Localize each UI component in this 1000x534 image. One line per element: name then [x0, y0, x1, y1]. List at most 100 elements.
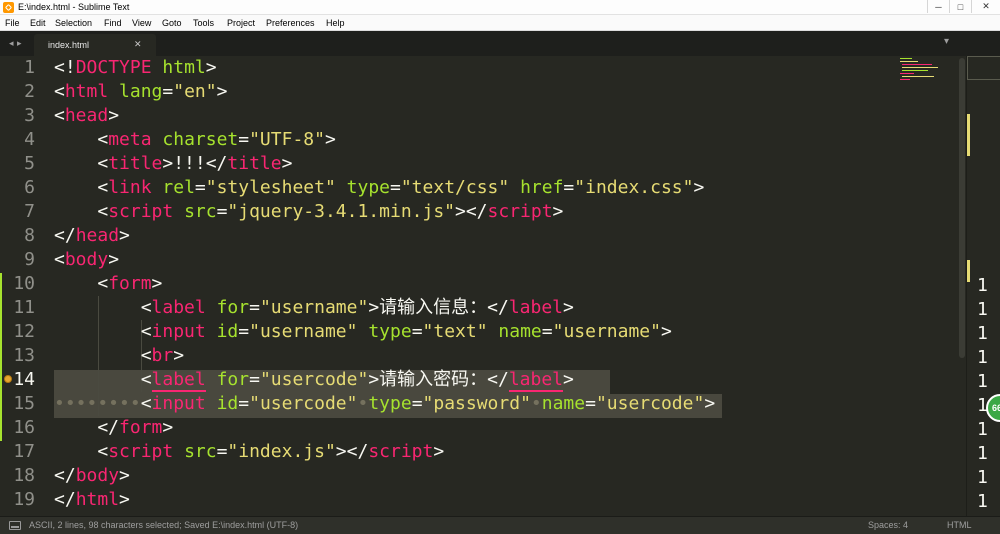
tab-close-icon[interactable]: ✕: [134, 39, 142, 50]
code-token: •: [530, 393, 542, 414]
menu-project[interactable]: Project: [227, 17, 255, 29]
code-token: lang: [119, 81, 163, 102]
code-token: <: [54, 129, 109, 150]
menu-preferences[interactable]: Preferences: [266, 17, 315, 29]
code-token: script: [368, 441, 434, 462]
code-token: <: [54, 297, 152, 318]
title-bar: E:\index.html - Sublime Text ─ □ ✕: [0, 0, 1000, 15]
code-token: >: [552, 201, 564, 222]
code-line[interactable]: <label for="usercode">请输入密码：</label>: [54, 368, 574, 392]
menu-goto[interactable]: Goto: [162, 17, 182, 29]
code-token: >: [162, 417, 174, 438]
code-token: rel: [162, 177, 195, 198]
code-token: script: [108, 441, 174, 462]
menu-view[interactable]: View: [132, 17, 151, 29]
code-token: head: [64, 105, 109, 126]
code-line[interactable]: <script src="index.js"></script>: [54, 440, 444, 464]
code-token: meta: [108, 129, 152, 150]
code-line[interactable]: </form>: [54, 416, 173, 440]
line-number: 5: [24, 153, 35, 174]
code-token: form: [108, 273, 152, 294]
menu-selection[interactable]: Selection: [55, 17, 92, 29]
minimap-preview: [900, 58, 940, 82]
vertical-scrollbar[interactable]: [958, 56, 966, 516]
code-line[interactable]: <!DOCTYPE html>: [54, 56, 217, 80]
code-token: <: [54, 177, 109, 198]
scrollbar-thumb[interactable]: [959, 58, 965, 358]
code-token: href: [520, 177, 564, 198]
code-token: for: [216, 297, 250, 318]
code-line[interactable]: ••••••••<input id="usercode"•type="passw…: [54, 392, 715, 416]
menu-help[interactable]: Help: [326, 17, 345, 29]
maximize-button[interactable]: □: [949, 0, 971, 13]
code-token: <: [54, 345, 152, 366]
code-token: >: [173, 345, 185, 366]
code-token: ••••••••: [54, 393, 141, 414]
close-window-button[interactable]: ✕: [971, 0, 1000, 13]
panel-toggle-icon[interactable]: [9, 521, 21, 530]
code-token: =: [216, 441, 228, 462]
code-token: name: [541, 393, 586, 414]
code-token: "usercode": [259, 369, 369, 390]
code-token: "stylesheet": [205, 177, 336, 198]
minimap[interactable]: [898, 56, 958, 516]
code-line[interactable]: <body>: [54, 248, 119, 272]
code-token: ></: [335, 441, 369, 462]
nav-right-icon[interactable]: ▸: [17, 37, 22, 49]
code-line[interactable]: <title>!!!</title>: [54, 152, 292, 176]
code-line[interactable]: </html>: [54, 488, 130, 512]
indentation-setting[interactable]: Spaces: 4: [868, 520, 908, 531]
tab-dropdown-icon[interactable]: ▾: [944, 36, 949, 48]
nav-left-icon[interactable]: ◂: [9, 37, 14, 49]
line-number: 6: [24, 177, 35, 198]
code-token: form: [119, 417, 163, 438]
split-pane-line-number: 1: [977, 275, 988, 296]
code-token: title: [227, 153, 282, 174]
split-pane-line-number: 1: [977, 443, 988, 464]
code-token: <: [54, 81, 65, 102]
menu-find[interactable]: Find: [104, 17, 122, 29]
code-token: "text": [422, 321, 488, 342]
code-line[interactable]: <script src="jquery-3.4.1.min.js"></scri…: [54, 200, 563, 224]
code-line[interactable]: <meta charset="UTF-8">: [54, 128, 336, 152]
code-line[interactable]: <form>: [54, 272, 162, 296]
code-token: >: [108, 105, 120, 126]
code-line[interactable]: <input id="username" type="text" name="u…: [54, 320, 672, 344]
code-token: html: [75, 489, 120, 510]
code-token: >: [151, 273, 163, 294]
code-line[interactable]: <label for="username">请输入信息：</label>: [54, 296, 574, 320]
code-token: >: [324, 129, 336, 150]
split-pane-viewport: [967, 56, 1000, 80]
code-token: </: [54, 417, 120, 438]
line-number: 10: [13, 273, 35, 294]
code-token: script: [108, 201, 174, 222]
menu-tools[interactable]: Tools: [193, 17, 214, 29]
code-line[interactable]: <head>: [54, 104, 119, 128]
menu-file[interactable]: File: [5, 17, 20, 29]
split-pane-right[interactable]: 1111111111: [966, 56, 1000, 516]
status-message: ASCII, 2 lines, 98 characters selected; …: [29, 520, 299, 530]
minimize-button[interactable]: ─: [927, 0, 949, 13]
code-token: =: [238, 321, 250, 342]
code-token: =: [194, 177, 206, 198]
code-line[interactable]: <link rel="stylesheet" type="text/css" h…: [54, 176, 704, 200]
syntax-setting[interactable]: HTML: [947, 520, 972, 531]
line-number: 8: [24, 225, 35, 246]
code-token: =: [411, 321, 423, 342]
code-line[interactable]: <br>: [54, 344, 184, 368]
code-line[interactable]: </head>: [54, 224, 130, 248]
code-line[interactable]: <html lang="en">: [54, 80, 227, 104]
menu-edit[interactable]: Edit: [30, 17, 46, 29]
code-token: DOCTYPE: [75, 57, 152, 78]
code-token: >请输入密码：</: [368, 369, 509, 390]
tab-index-html[interactable]: index.html ✕: [34, 34, 156, 56]
code-token: "UTF-8": [249, 129, 325, 150]
editor-area[interactable]: 1 2 3 4 5 6 7 8 9 10 11 12 13 14 15 16 17 18 19 <!DOCTYPE …: [0, 56, 1000, 534]
code-line[interactable]: </body>: [54, 464, 130, 488]
line-number: 19: [13, 489, 35, 510]
